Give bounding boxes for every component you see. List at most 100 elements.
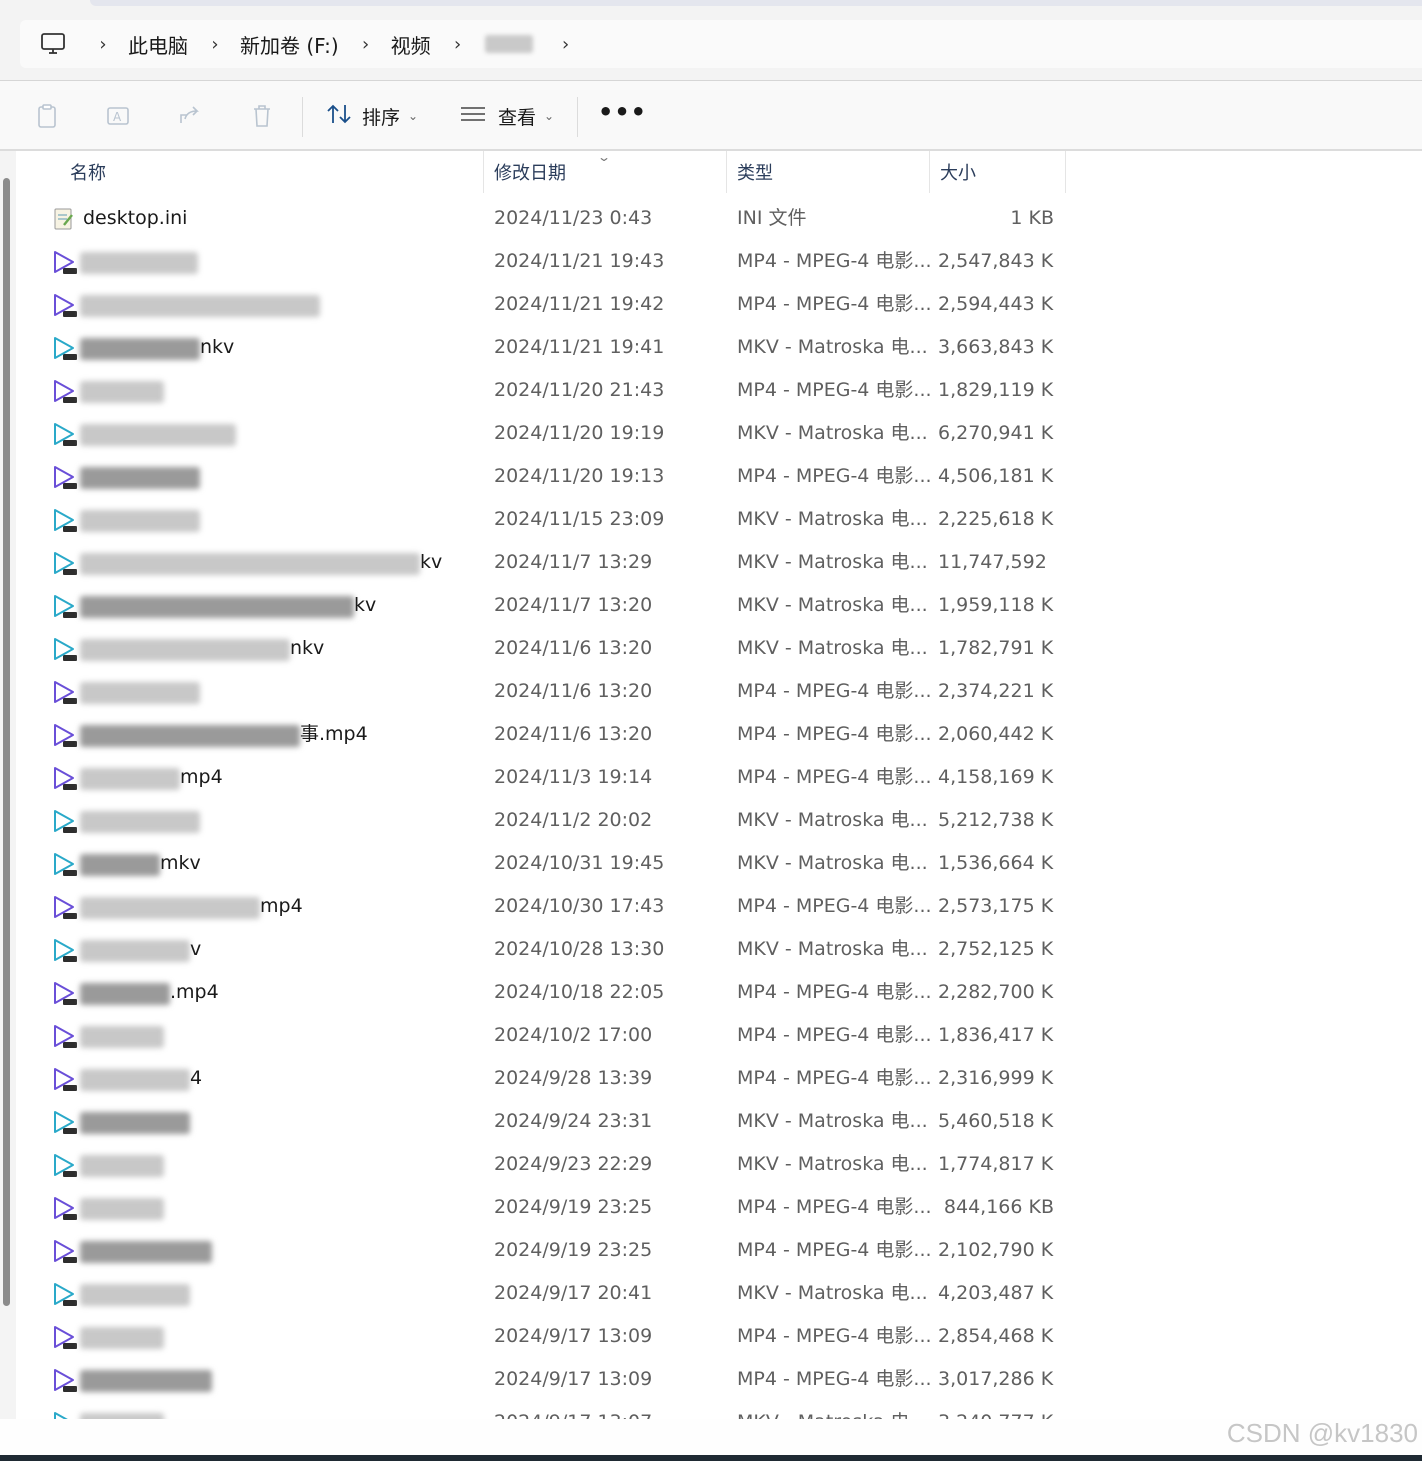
chevron-right-icon[interactable]: › — [353, 34, 379, 55]
file-row[interactable]: 2024/9/19 23:25 MP4 - MPEG-4 电影... 2,102,7… — [0, 1229, 1422, 1272]
file-size: 2,282,700 KB — [938, 981, 1054, 1003]
file-row[interactable]: desktop.ini 2024/11/23 0:43 INI 文件 1 KB — [0, 197, 1422, 240]
file-name[interactable] — [164, 369, 473, 412]
file-row[interactable]: 2024/9/17 13:07 MKV - Matroska 电... 3,240,… — [0, 1401, 1422, 1419]
file-row[interactable]: 2024/11/20 19:13 MP4 - MPEG-4 电影... 4,506,… — [0, 455, 1422, 498]
file-name[interactable] — [164, 1143, 473, 1186]
file-name[interactable] — [236, 412, 473, 455]
file-row[interactable]: mp4 2024/10/30 17:43 MP4 - MPEG-4 电影... 2,5… — [0, 885, 1422, 928]
file-row[interactable]: 2024/11/20 19:19 MKV - Matroska 电... 6,270… — [0, 412, 1422, 455]
file-name[interactable]: kv — [420, 541, 473, 584]
file-name[interactable] — [198, 240, 473, 283]
mkv-video-icon — [52, 1153, 76, 1177]
file-type: MP4 - MPEG-4 电影... — [737, 1067, 932, 1089]
file-row[interactable]: 事.mp4 2024/11/6 13:20 MP4 - MPEG-4 电影... 2,… — [0, 713, 1422, 756]
chevron-right-icon[interactable]: › — [445, 34, 471, 55]
file-name[interactable]: desktop.ini — [83, 197, 473, 240]
file-row[interactable]: 2024/11/6 13:20 MP4 - MPEG-4 电影... 2,374,2… — [0, 670, 1422, 713]
file-row[interactable]: kv 2024/11/7 13:29 MKV - Matroska 电... 11,7… — [0, 541, 1422, 584]
file-row[interactable]: nkv 2024/11/6 13:20 MKV - Matroska 电... 1,7… — [0, 627, 1422, 670]
file-row[interactable]: 4 2024/9/28 13:39 MP4 - MPEG-4 电影... 2,316,… — [0, 1057, 1422, 1100]
file-name[interactable]: 4 — [190, 1057, 473, 1100]
rename-icon[interactable]: A — [105, 103, 131, 129]
file-date: 2024/11/23 0:43 — [494, 207, 653, 229]
file-type: INI 文件 — [737, 207, 807, 229]
view-button[interactable]: 查看 ⌄ — [460, 99, 554, 133]
column-header-name[interactable]: 名称 — [70, 151, 106, 193]
file-name[interactable] — [164, 1014, 473, 1057]
file-row[interactable]: kv 2024/11/7 13:20 MKV - Matroska 电... 1,95… — [0, 584, 1422, 627]
breadcrumb-this-pc[interactable]: 此电脑 — [128, 30, 188, 59]
file-name[interactable] — [200, 498, 473, 541]
file-row[interactable]: 2024/9/24 23:31 MKV - Matroska 电... 5,460,… — [0, 1100, 1422, 1143]
file-name[interactable] — [200, 455, 473, 498]
file-name[interactable]: kv — [354, 584, 473, 627]
file-name[interactable] — [200, 799, 473, 842]
file-name[interactable] — [212, 1358, 473, 1401]
file-row[interactable]: v 2024/10/28 13:30 MKV - Matroska 电... 2,75… — [0, 928, 1422, 971]
file-name[interactable] — [212, 1229, 473, 1272]
this-pc-icon[interactable] — [40, 20, 66, 68]
file-name[interactable] — [164, 1186, 473, 1229]
delete-icon[interactable] — [249, 103, 275, 129]
file-row[interactable]: 2024/11/20 21:43 MP4 - MPEG-4 电影... 1,829,… — [0, 369, 1422, 412]
file-name[interactable]: nkv — [290, 627, 473, 670]
file-row[interactable]: 2024/11/21 19:43 MP4 - MPEG-4 电影... 2,547,… — [0, 240, 1422, 283]
file-row[interactable]: 2024/11/15 23:09 MKV - Matroska 电... 2,225… — [0, 498, 1422, 541]
redacted-name — [80, 510, 200, 532]
file-size: 2,547,843 KB — [938, 250, 1054, 272]
paste-icon[interactable] — [34, 103, 60, 129]
file-name[interactable] — [164, 1401, 473, 1419]
mkv-video-icon — [52, 508, 76, 532]
breadcrumb-volume-f[interactable]: 新加卷 (F:) — [240, 30, 339, 59]
more-options-button[interactable]: ••• — [598, 99, 646, 133]
file-type: MP4 - MPEG-4 电影... — [737, 981, 932, 1003]
file-name[interactable] — [164, 1315, 473, 1358]
file-name[interactable] — [200, 670, 473, 713]
chevron-right-icon[interactable]: › — [202, 34, 228, 55]
file-size: 1,836,417 KB — [938, 1024, 1054, 1046]
file-row[interactable]: 2024/10/2 17:00 MP4 - MPEG-4 电影... 1,836,4… — [0, 1014, 1422, 1057]
file-row[interactable]: mkv 2024/10/31 19:45 MKV - Matroska 电... 1,… — [0, 842, 1422, 885]
file-row[interactable]: 2024/9/17 20:41 MKV - Matroska 电... 4,203,… — [0, 1272, 1422, 1315]
file-name[interactable]: mkv — [160, 842, 473, 885]
mp4-video-icon — [52, 465, 76, 489]
file-row[interactable]: 2024/9/17 13:09 MP4 - MPEG-4 电影... 2,854,4… — [0, 1315, 1422, 1358]
file-row[interactable]: 2024/11/21 19:42 MP4 - MPEG-4 电影... 2,594,… — [0, 283, 1422, 326]
column-header-type[interactable]: 类型 — [737, 151, 773, 193]
file-name[interactable]: mp4 — [180, 756, 473, 799]
column-divider[interactable] — [1065, 151, 1066, 193]
redacted-name — [80, 1327, 164, 1349]
file-row[interactable]: 2024/9/23 22:29 MKV - Matroska 电... 1,774,… — [0, 1143, 1422, 1186]
sort-button[interactable]: 排序 ⌄ — [326, 99, 418, 133]
file-name[interactable]: v — [190, 928, 473, 971]
file-date: 2024/11/7 13:20 — [494, 594, 653, 616]
column-divider[interactable] — [483, 151, 484, 193]
chevron-right-icon[interactable]: › — [90, 34, 116, 55]
file-name[interactable]: 事.mp4 — [300, 713, 473, 756]
file-row[interactable]: 2024/9/17 13:09 MP4 - MPEG-4 电影... 3,017,2… — [0, 1358, 1422, 1401]
file-type: MKV - Matroska 电... — [737, 551, 928, 573]
column-divider[interactable] — [726, 151, 727, 193]
column-header-size[interactable]: 大小 — [940, 151, 976, 193]
redacted-name — [80, 854, 160, 876]
column-divider[interactable] — [929, 151, 930, 193]
column-header-date[interactable]: 修改日期 — [494, 151, 566, 193]
file-row[interactable]: nkv 2024/11/21 19:41 MKV - Matroska 电... 3,… — [0, 326, 1422, 369]
file-row[interactable]: 2024/11/2 20:02 MKV - Matroska 电... 5,212,… — [0, 799, 1422, 842]
file-name[interactable] — [190, 1272, 473, 1315]
file-type: MP4 - MPEG-4 电影... — [737, 379, 932, 401]
file-row[interactable]: .mp4 2024/10/18 22:05 MP4 - MPEG-4 电影... 2,… — [0, 971, 1422, 1014]
file-name[interactable] — [190, 1100, 473, 1143]
share-icon[interactable] — [177, 103, 203, 129]
address-bar[interactable]: › 此电脑 › 新加卷 (F:) › 视频 › › — [20, 20, 1422, 68]
breadcrumb-redacted-folder[interactable] — [484, 35, 533, 53]
file-name[interactable]: nkv — [200, 326, 473, 369]
breadcrumb-videos[interactable]: 视频 — [391, 30, 431, 59]
file-name[interactable] — [320, 283, 473, 326]
chevron-right-icon[interactable]: › — [553, 34, 579, 55]
file-row[interactable]: mp4 2024/11/3 19:14 MP4 - MPEG-4 电影... 4,15… — [0, 756, 1422, 799]
file-row[interactable]: 2024/9/19 23:25 MP4 - MPEG-4 电影... 844,166… — [0, 1186, 1422, 1229]
file-name[interactable]: .mp4 — [170, 971, 473, 1014]
file-name[interactable]: mp4 — [260, 885, 473, 928]
